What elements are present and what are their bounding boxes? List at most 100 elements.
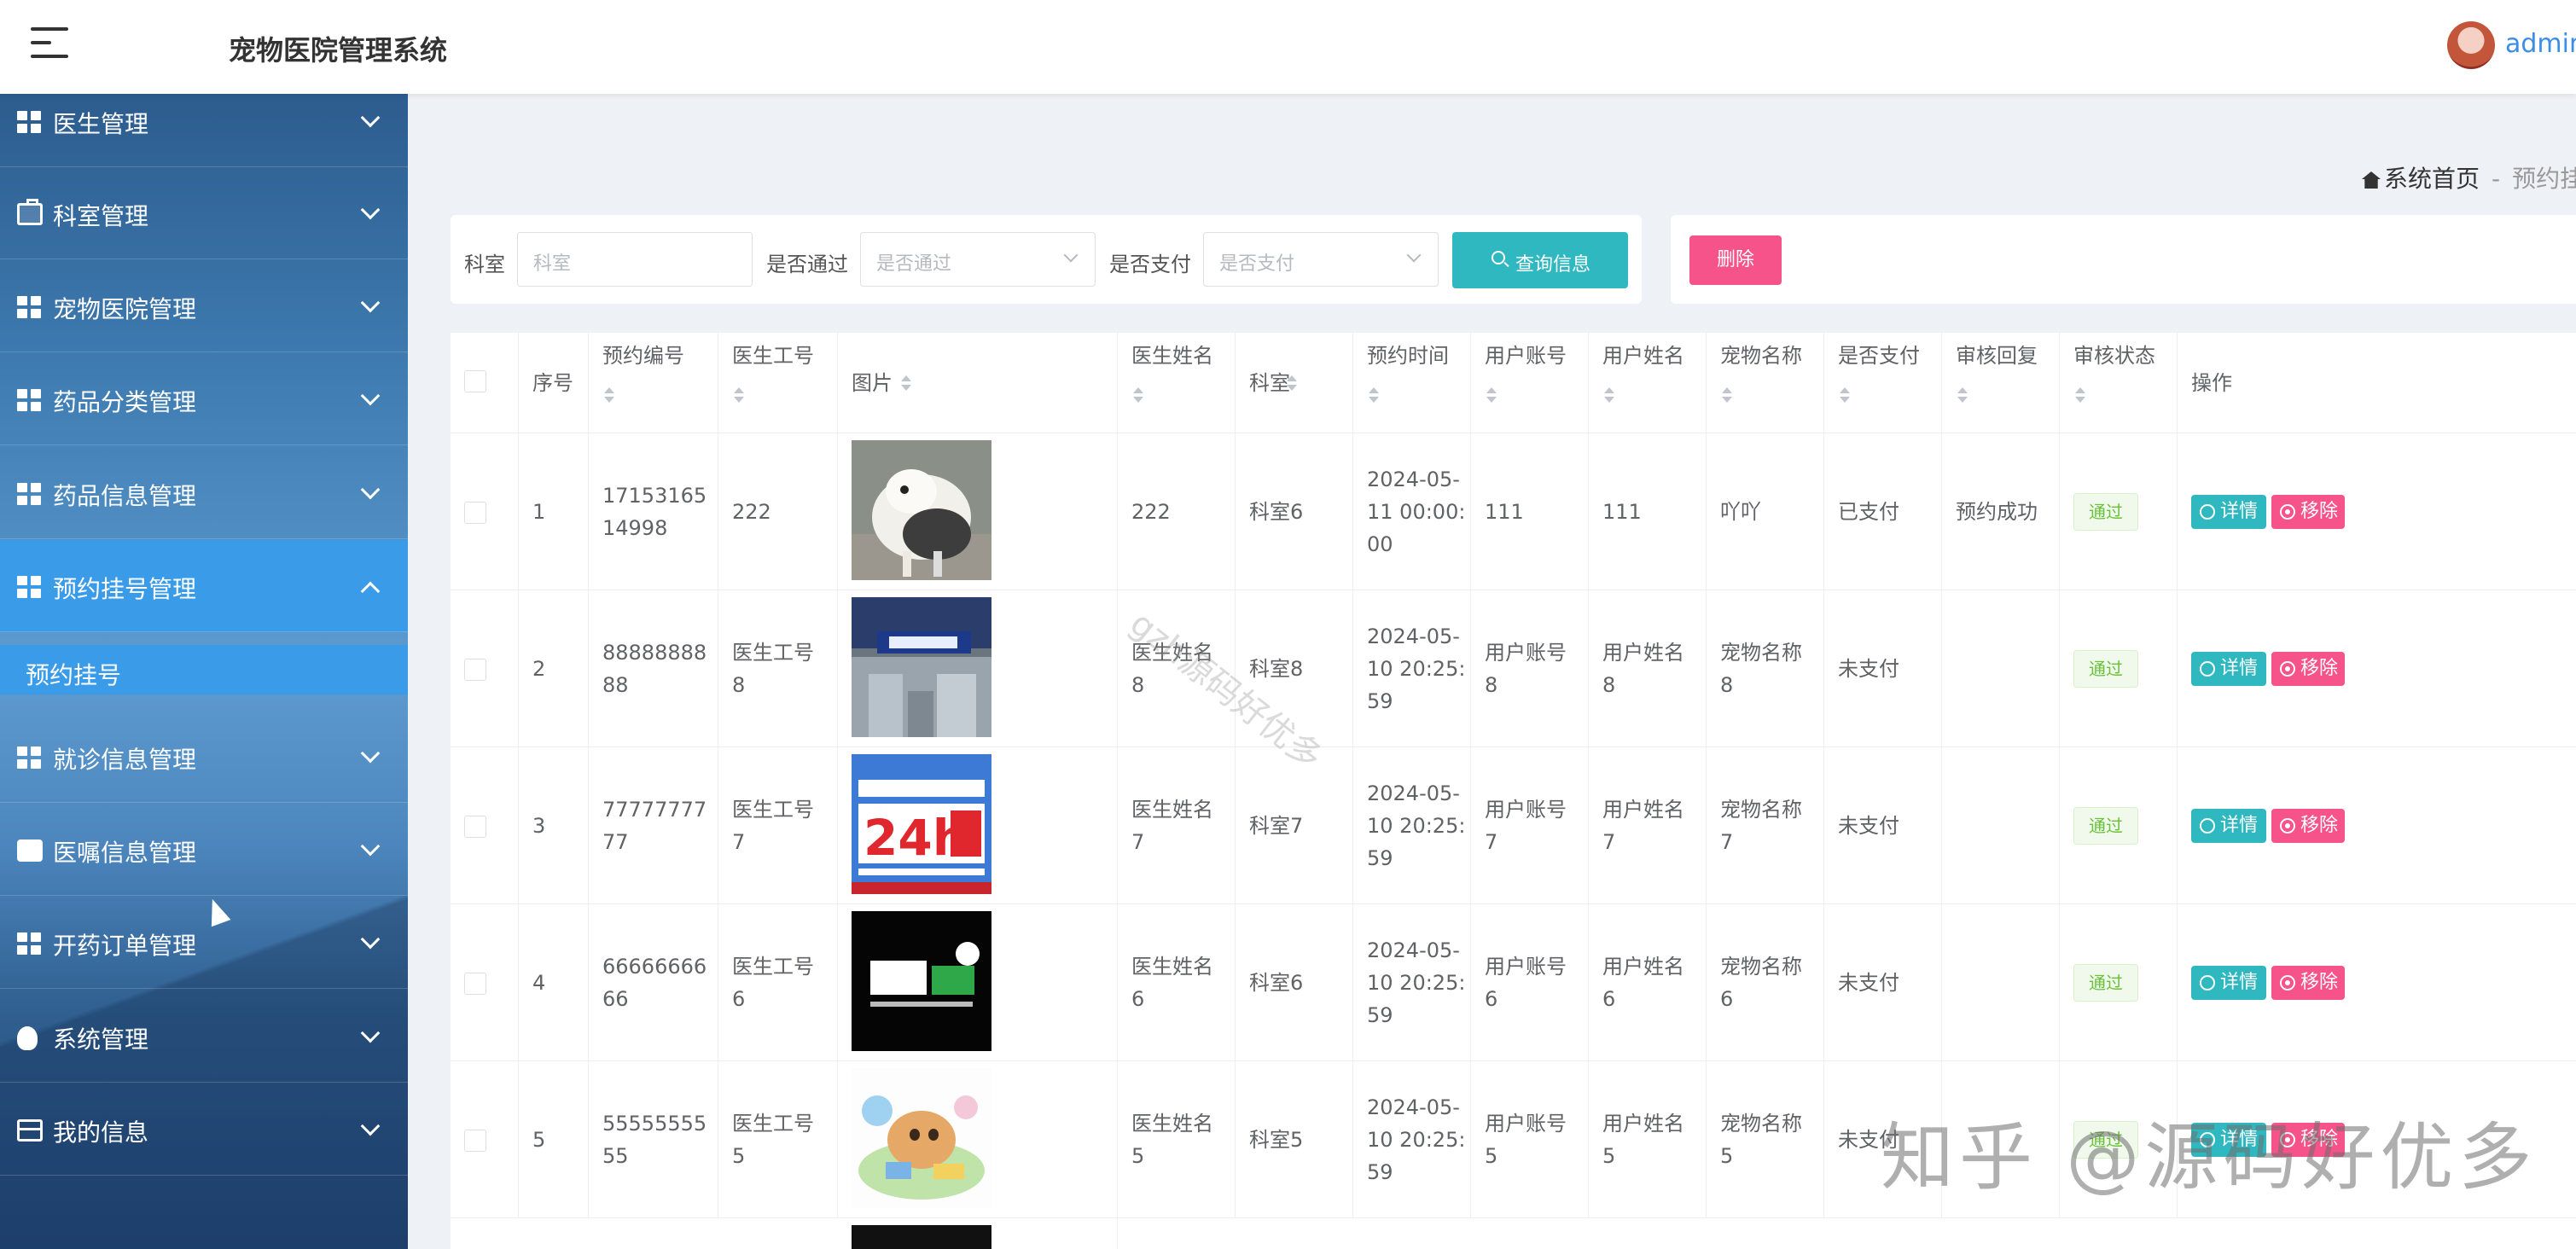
remove-button[interactable]: 移除 (2271, 1123, 2345, 1157)
row-checkbox[interactable] (464, 659, 486, 681)
chevron-down-icon (360, 386, 381, 406)
table-cell: 222 (718, 433, 838, 590)
sidebar-item-orders-advice[interactable]: 医嘱信息管理 (0, 804, 408, 896)
lightbulb-icon (17, 1026, 38, 1050)
cell-time: 2024-05- 10 20:25: 59 (1367, 938, 1466, 1027)
breadcrumb-home[interactable]: 系统首页 (2384, 165, 2480, 193)
chevron-down-icon (360, 479, 381, 500)
table-cell (451, 433, 519, 590)
row-checkbox[interactable] (464, 816, 486, 838)
table-cell: 3 (519, 747, 589, 904)
sidebar-item-department[interactable]: 科室管理 (0, 167, 408, 259)
cell-code: 66666666 66 (602, 955, 707, 1011)
query-button-label: 查询信息 (1515, 254, 1591, 276)
chevron-down-icon (1063, 247, 1079, 263)
pass-select[interactable]: 是否通过 (860, 232, 1096, 287)
sidebar-item-drug-info[interactable]: 药品信息管理 (0, 447, 408, 539)
table-cell: 通过 (2060, 904, 2178, 1061)
sort-caret-icon[interactable] (1957, 387, 1968, 403)
table-cell: 宠物名称 5 (1707, 1061, 1824, 1218)
table-cell: 医生工号 6 (718, 904, 838, 1061)
sidebar-item-label: 医生管理 (53, 110, 149, 138)
table-cell (838, 1061, 1118, 1218)
menu-toggle-icon[interactable] (31, 27, 68, 61)
user-avatar[interactable] (2447, 21, 2495, 69)
sort-caret-icon[interactable] (1287, 375, 1297, 391)
cell-no: 3 (532, 814, 546, 838)
cell-code: 77777777 77 (602, 798, 707, 854)
table-cell: 未支付 (1824, 747, 1942, 904)
table-cell: 用户账号 6 (1471, 904, 1589, 1061)
username-label[interactable]: admin (2505, 29, 2576, 59)
status-badge: 通过 (2073, 493, 2138, 531)
sidebar-item-label: 医嘱信息管理 (53, 839, 197, 867)
cell-doc_name: 医生姓名 7 (1131, 798, 1213, 854)
table-cell: 预约成功 (1942, 433, 2060, 590)
table-cell: 详情 移除 (2178, 1061, 2576, 1218)
sidebar-subitem-appointment[interactable]: 预约挂号 (0, 645, 408, 694)
chevron-down-icon (360, 836, 381, 857)
cell-doc_id: 医生工号 6 (732, 955, 814, 1011)
column-header-label: 医生工号 (732, 344, 814, 368)
cell-time: 2024-05- 10 20:25: 59 (1367, 624, 1466, 713)
sort-caret-icon[interactable] (1133, 387, 1143, 403)
sort-caret-icon[interactable] (901, 375, 911, 391)
detail-button[interactable]: 详情 (2191, 495, 2266, 529)
sort-caret-icon[interactable] (734, 387, 744, 403)
cell-pet: 宠物名称 5 (1720, 1112, 1802, 1168)
sort-caret-icon[interactable] (2075, 387, 2085, 403)
table-cell: 111 (1589, 433, 1707, 590)
delete-button[interactable]: 删除 (1689, 235, 1782, 285)
dept-input[interactable]: 科室 (517, 232, 753, 287)
sort-caret-icon[interactable] (1604, 387, 1614, 403)
cell-doc_id: 医生工号 8 (732, 641, 814, 697)
remove-button[interactable]: 移除 (2271, 809, 2345, 843)
paid-select[interactable]: 是否支付 (1203, 232, 1439, 287)
remove-button[interactable]: 移除 (2271, 966, 2345, 1000)
column-header-label: 图片 (852, 371, 893, 395)
cell-doc_name: 222 (1131, 500, 1171, 524)
table-cell: 用户姓名 6 (1589, 904, 1707, 1061)
sidebar-item-system[interactable]: 系统管理 (0, 990, 408, 1083)
cell-paid: 未支付 (1838, 1128, 1899, 1152)
sidebar-item-appointment[interactable]: 预约挂号管理 (0, 540, 408, 632)
select-all-checkbox[interactable] (464, 370, 486, 392)
pass-label: 是否通过 (766, 253, 848, 276)
sidebar-item-doctor[interactable]: 医生管理 (0, 94, 408, 167)
column-header-label: 科室 (1249, 371, 1290, 395)
sidebar: 医生管理 科室管理 宠物医院管理 药品分类管理 药品信息管理 预约挂号管理 预约… (0, 94, 408, 1249)
chevron-down-icon (360, 1023, 381, 1043)
column-header-label: 序号 (532, 371, 573, 395)
remove-button[interactable]: 移除 (2271, 495, 2345, 529)
detail-button[interactable]: 详情 (2191, 809, 2266, 843)
table-cell: 医生姓名 5 (1118, 1061, 1236, 1218)
table-cell: 宠物名称 7 (1707, 747, 1824, 904)
row-checkbox[interactable] (464, 973, 486, 995)
detail-button[interactable]: 详情 (2191, 1123, 2266, 1157)
sidebar-item-visit[interactable]: 就诊信息管理 (0, 711, 408, 803)
sort-caret-icon[interactable] (1486, 387, 1497, 403)
column-header-label: 宠物名称 (1720, 344, 1802, 368)
row-checkbox[interactable] (464, 502, 486, 524)
row-checkbox[interactable] (464, 1130, 486, 1152)
sidebar-subitem-label: 预约挂号 (26, 661, 122, 689)
sidebar-item-prescription[interactable]: 开药订单管理 (0, 897, 408, 989)
sidebar-item-hospital[interactable]: 宠物医院管理 (0, 260, 408, 352)
query-button[interactable]: 查询信息 (1452, 232, 1628, 288)
sort-caret-icon[interactable] (1722, 387, 1732, 403)
cartoon-dog (852, 1068, 991, 1208)
action-panel: 删除 (1671, 215, 2576, 304)
detail-button[interactable]: 详情 (2191, 652, 2266, 686)
paid-label: 是否支付 (1109, 253, 1191, 276)
table-cell: 医生姓名 6 (1118, 904, 1236, 1061)
table-cell: 2024-05- 10 20:25: 59 (1353, 590, 1471, 747)
sort-caret-icon[interactable] (604, 387, 614, 403)
sort-caret-icon[interactable] (1369, 387, 1379, 403)
sidebar-item-drug-category[interactable]: 药品分类管理 (0, 353, 408, 445)
table-cell: 222 (1118, 433, 1236, 590)
sort-caret-icon[interactable] (1840, 387, 1850, 403)
table-cell: 4 (519, 904, 589, 1061)
remove-button[interactable]: 移除 (2271, 652, 2345, 686)
detail-button[interactable]: 详情 (2191, 966, 2266, 1000)
sidebar-item-my-info[interactable]: 我的信息 (0, 1083, 408, 1176)
